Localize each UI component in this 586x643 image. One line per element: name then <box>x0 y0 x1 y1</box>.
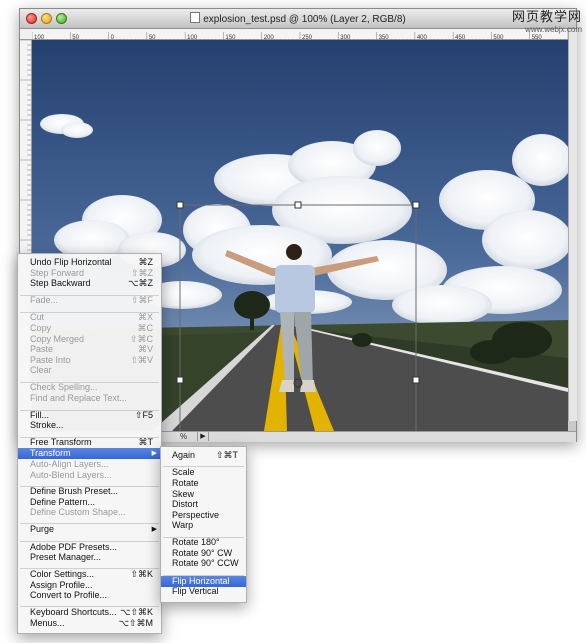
menu-item-label: Warp <box>172 520 194 530</box>
edit-menu-item-convert-to-profile[interactable]: Convert to Profile... <box>18 590 161 601</box>
edit-menu-item-preset-manager[interactable]: Preset Manager... <box>18 552 161 563</box>
edit-menu-item-cut: Cut ⌘X <box>18 312 161 323</box>
menu-item-label: Clear <box>30 365 52 375</box>
menu-item-label: Paste <box>30 344 54 354</box>
menu-item-label: Copy <box>30 323 52 333</box>
menu-item-label: Menus... <box>30 618 65 628</box>
horizontal-ruler[interactable]: 100 50 0 50 100 150 200 250 300 350 400 450 500 550 <box>31 29 569 42</box>
edit-menu-item-define-brush-preset[interactable]: Define Brush Preset... <box>18 486 161 497</box>
menu-item-label: Distort <box>172 499 199 509</box>
menu-item-label: Flip Vertical <box>172 586 219 596</box>
edit-menu-item-color-settings[interactable]: Color Settings... ⇧⌘K <box>18 569 161 580</box>
menu-item-shortcut: ⌘C <box>137 323 154 333</box>
transform-menu-item-rotate[interactable]: Rotate <box>161 478 246 489</box>
menu-item-label: Scale <box>172 467 195 477</box>
edit-menu-item-check-spelling: Check Spelling... <box>18 382 161 393</box>
menu-item-label: Auto-Blend Layers... <box>30 470 112 480</box>
menu-item-label: Preset Manager... <box>30 552 102 562</box>
menu-item-label: Find and Replace Text... <box>30 393 127 403</box>
menu-item-shortcut: ⌥⇧⌘M <box>118 618 153 628</box>
title-bar[interactable]: explosion_test.psd @ 100% (Layer 2, RGB/… <box>20 9 576 29</box>
window-title-container: explosion_test.psd @ 100% (Layer 2, RGB/… <box>20 12 576 25</box>
menu-item-shortcut: ⌘V <box>137 344 153 354</box>
edit-menu-item-auto-blend-layers: Auto-Blend Layers... <box>18 470 161 481</box>
menu-item-label: Define Brush Preset... <box>30 486 119 496</box>
transform-menu-item-rotate-180[interactable]: Rotate 180° <box>161 537 246 548</box>
edit-menu-item-fade: Fade... ⇧⌘F <box>18 295 161 306</box>
menu-item-label: Color Settings... <box>30 569 95 579</box>
watermark-url: www.webjx.com <box>525 25 582 34</box>
menu-item-label: Cut <box>30 312 45 322</box>
menu-item-label: Again <box>172 450 196 460</box>
menu-item-label: Check Spelling... <box>30 382 98 392</box>
menu-item-label: Fade... <box>30 295 59 305</box>
edit-menu-item-transform[interactable]: Transform ▶ <box>18 448 161 459</box>
transform-menu-item-rotate-90-ccw[interactable]: Rotate 90° CCW <box>161 558 246 569</box>
watermark-chinese-text: 网页教学网 <box>511 10 582 25</box>
menu-item-label: Undo Flip Horizontal <box>30 257 112 267</box>
transform-menu-item-again[interactable]: Again ⇧⌘T <box>161 450 246 461</box>
menu-item-label: Define Custom Shape... <box>30 507 126 517</box>
menu-item-shortcut: ⌥⌘Z <box>128 278 153 288</box>
edit-menu-item-find-and-replace-text: Find and Replace Text... <box>18 393 161 404</box>
menu-item-label: Free Transform <box>30 437 92 447</box>
edit-menu-item-free-transform[interactable]: Free Transform ⌘T <box>18 437 161 448</box>
menu-item-label: Transform <box>30 448 71 458</box>
submenu-arrow-icon: ▶ <box>151 450 157 457</box>
transform-submenu: Again ⇧⌘T Scale Rotate Skew Distort Perspectiv… <box>160 446 247 603</box>
menu-item-label: Step Backward <box>30 278 91 288</box>
transform-menu-item-flip-vertical[interactable]: Flip Vertical <box>161 586 246 597</box>
edit-menu-item-copy: Copy ⌘C <box>18 323 161 334</box>
window-title: explosion_test.psd @ 100% (Layer 2, RGB/… <box>203 14 406 25</box>
watermark: 网页教学网 www.webjx.com <box>512 6 582 34</box>
document-icon <box>190 12 201 23</box>
edit-menu-item-step-backward[interactable]: Step Backward ⌥⌘Z <box>18 278 161 289</box>
menu-item-shortcut: ⇧⌘K <box>130 569 153 579</box>
edit-menu-item-stroke[interactable]: Stroke... <box>18 420 161 431</box>
edit-menu-item-define-custom-shape: Define Custom Shape... <box>18 507 161 518</box>
transform-menu-item-distort[interactable]: Distort <box>161 499 246 510</box>
status-menu-arrow-icon[interactable]: ▶ <box>197 432 209 441</box>
menu-item-shortcut: ⌘Z <box>138 257 154 267</box>
edit-menu-item-purge[interactable]: Purge ▶ <box>18 524 161 535</box>
menu-item-label: Keyboard Shortcuts... <box>30 607 117 617</box>
submenu-arrow-icon: ▶ <box>151 526 157 533</box>
menu-item-shortcut: ⌘X <box>137 312 153 322</box>
edit-menu-item-menus[interactable]: Menus... ⌥⇧⌘M <box>18 618 161 629</box>
menu-item-label: Rotate 180° <box>172 537 220 547</box>
menu-item-label: Convert to Profile... <box>30 590 108 600</box>
zoom-level[interactable]: % <box>180 432 187 441</box>
menu-item-label: Rotate 90° CCW <box>172 558 239 568</box>
edit-menu: Undo Flip Horizontal ⌘Z Step Forward ⇧⌘Z Ste… <box>17 253 162 634</box>
edit-menu-item-undo-flip-horizontal[interactable]: Undo Flip Horizontal ⌘Z <box>18 257 161 268</box>
edit-menu-item-keyboard-shortcuts[interactable]: Keyboard Shortcuts... ⌥⇧⌘K <box>18 607 161 618</box>
menu-item-label: Stroke... <box>30 420 64 430</box>
transform-menu-item-scale[interactable]: Scale <box>161 467 246 478</box>
edit-menu-item-auto-align-layers: Auto-Align Layers... <box>18 459 161 470</box>
menu-item-label: Rotate <box>172 478 199 488</box>
vertical-scrollbar[interactable] <box>568 29 577 421</box>
edit-menu-item-clear: Clear <box>18 365 161 376</box>
menu-item-label: Auto-Align Layers... <box>30 459 109 469</box>
menu-item-shortcut: ⇧⌘F <box>130 295 153 305</box>
edit-menu-item-paste: Paste ⌘V <box>18 344 161 355</box>
menu-item-shortcut: ⇧⌘T <box>215 450 238 460</box>
menu-item-shortcut: ⌥⇧⌘K <box>120 607 153 617</box>
menu-item-label: Purge <box>30 524 55 534</box>
menu-item-shortcut: ⌘T <box>138 437 154 447</box>
transform-menu-item-warp[interactable]: Warp <box>161 520 246 531</box>
